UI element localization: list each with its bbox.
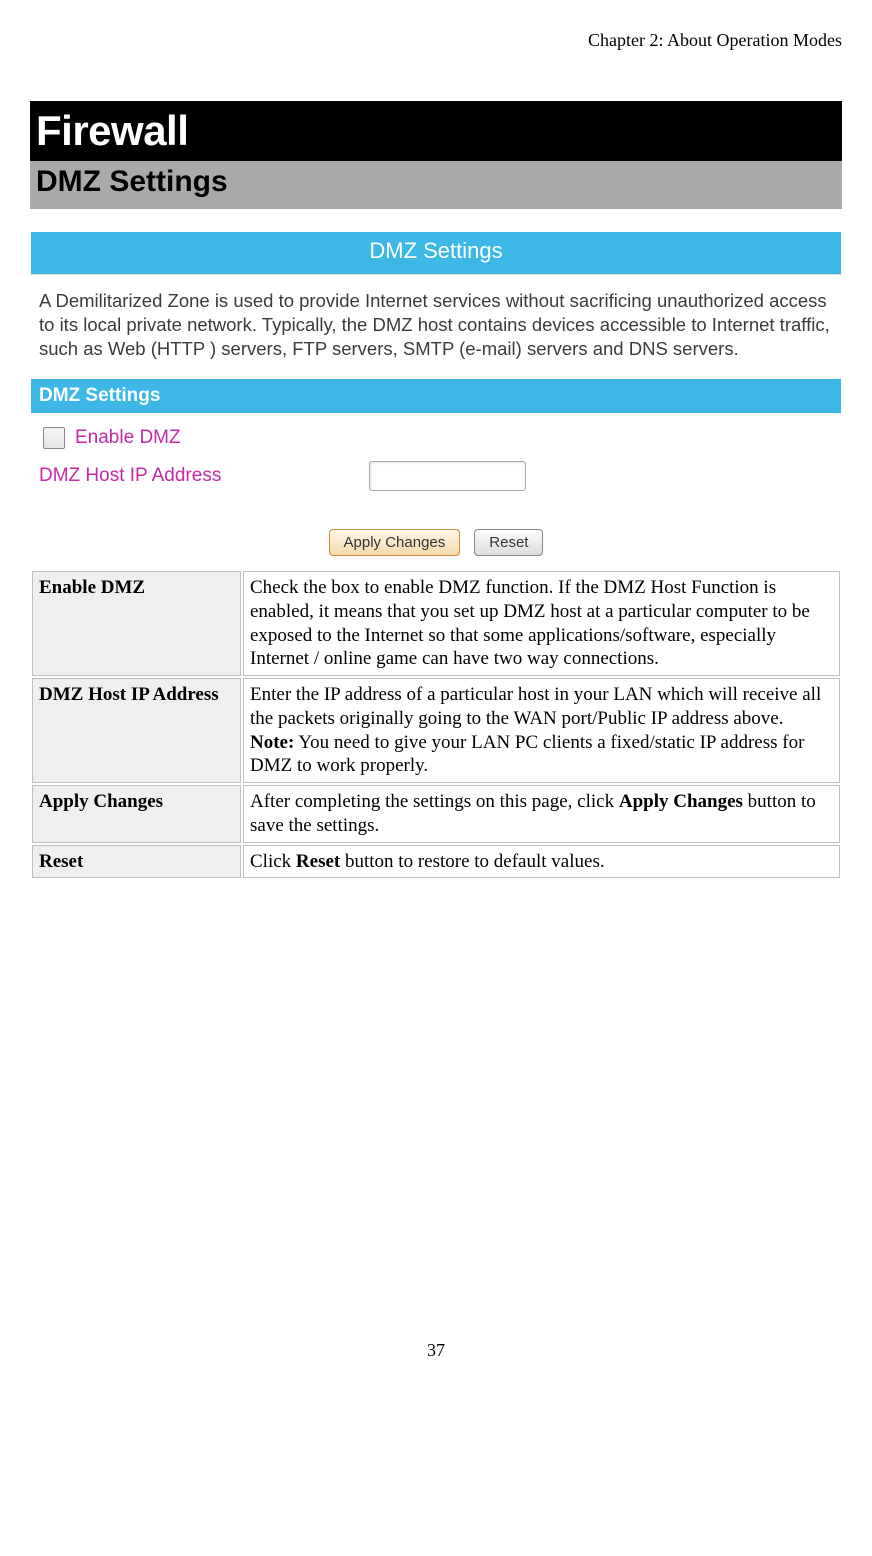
term-cell: DMZ Host IP Address <box>32 678 241 783</box>
desc-cell: Enter the IP address of a particular hos… <box>243 678 840 783</box>
settings-bar: DMZ Settings <box>31 379 841 413</box>
table-row: DMZ Host IP Address Enter the IP address… <box>32 678 840 783</box>
section-subtitle-dmz: DMZ Settings <box>30 161 842 209</box>
term-cell: Enable DMZ <box>32 571 241 676</box>
host-ip-label: DMZ Host IP Address <box>39 465 369 487</box>
term-cell: Apply Changes <box>32 785 241 843</box>
chapter-header: Chapter 2: About Operation Modes <box>30 30 842 51</box>
desc-cell: Click Reset button to restore to default… <box>243 845 840 879</box>
desc-cell: After completing the settings on this pa… <box>243 785 840 843</box>
desc-cell: Check the box to enable DMZ function. If… <box>243 571 840 676</box>
enable-dmz-checkbox[interactable] <box>43 427 65 449</box>
panel-description: A Demilitarized Zone is used to provide … <box>31 275 841 379</box>
host-ip-input[interactable] <box>369 461 526 491</box>
table-row: Apply Changes After completing the setti… <box>32 785 840 843</box>
page-number: 37 <box>30 1340 842 1361</box>
reset-button[interactable]: Reset <box>474 529 543 556</box>
term-cell: Reset <box>32 845 241 879</box>
apply-changes-button[interactable]: Apply Changes <box>329 529 461 556</box>
table-row: Reset Click Reset button to restore to d… <box>32 845 840 879</box>
table-row: Enable DMZ Check the box to enable DMZ f… <box>32 571 840 676</box>
enable-dmz-label: Enable DMZ <box>75 427 181 449</box>
panel-header: DMZ Settings <box>31 232 841 275</box>
ui-screenshot: DMZ Settings A Demilitarized Zone is use… <box>30 231 842 565</box>
settings-form: Enable DMZ DMZ Host IP Address <box>31 413 841 507</box>
description-table: Enable DMZ Check the box to enable DMZ f… <box>30 569 842 880</box>
section-title-firewall: Firewall <box>30 101 842 161</box>
